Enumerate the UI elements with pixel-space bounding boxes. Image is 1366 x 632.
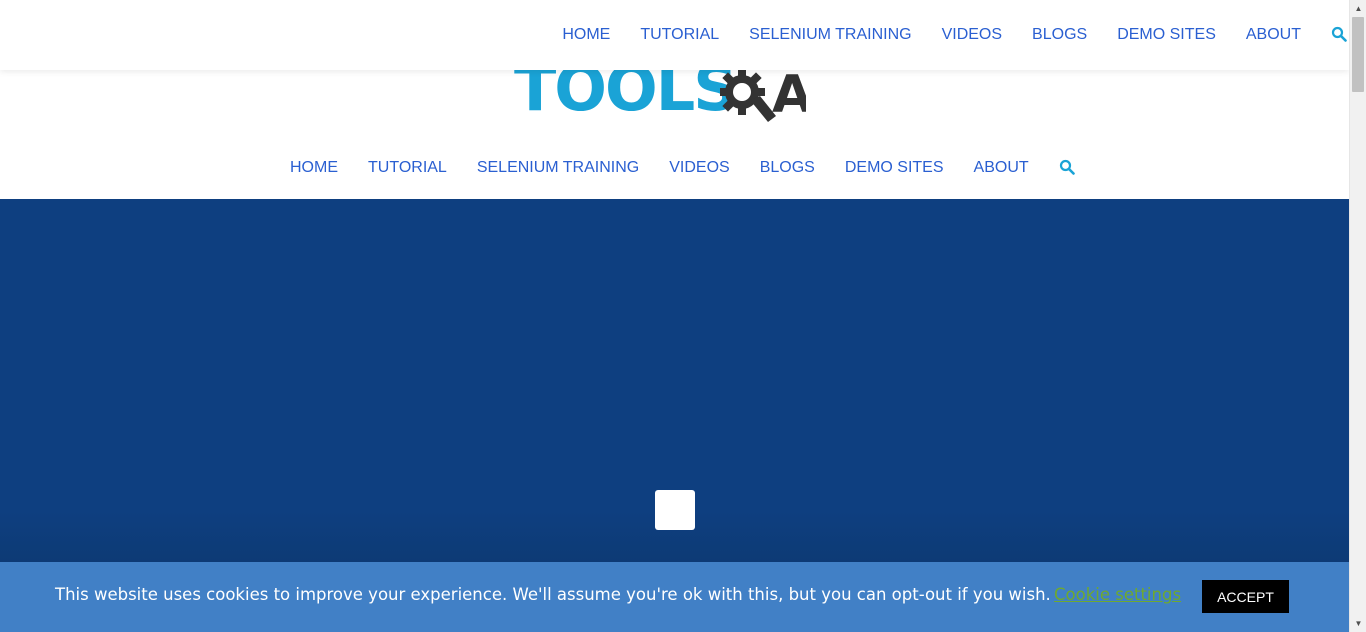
gear-icon: A <box>720 66 806 125</box>
nav-selenium-training[interactable]: SELENIUM TRAINING <box>477 159 639 177</box>
sticky-header: HOME TUTORIAL SELENIUM TRAINING VIDEOS B… <box>0 0 1349 70</box>
nav-demo-sites[interactable]: DEMO SITES <box>845 159 944 177</box>
cookie-consent-bar: This website uses cookies to improve you… <box>0 562 1349 632</box>
sticky-nav-blogs[interactable]: BLOGS <box>1032 26 1087 44</box>
sticky-nav-demo-sites[interactable]: DEMO SITES <box>1117 26 1216 44</box>
nav-home[interactable]: HOME <box>290 159 338 177</box>
sticky-nav-about[interactable]: ABOUT <box>1246 26 1301 44</box>
accept-button[interactable]: ACCEPT <box>1202 580 1289 613</box>
sticky-nav-tutorial[interactable]: TUTORIAL <box>640 26 719 44</box>
nav-blogs[interactable]: BLOGS <box>760 159 815 177</box>
nav-tutorial[interactable]: TUTORIAL <box>368 159 447 177</box>
slider-control[interactable] <box>655 490 695 530</box>
sticky-nav: HOME TUTORIAL SELENIUM TRAINING VIDEOS B… <box>562 0 1349 70</box>
sticky-nav-selenium-training[interactable]: SELENIUM TRAINING <box>749 26 911 44</box>
cookie-settings-link[interactable]: Cookie settings <box>1054 585 1181 604</box>
page-viewport: TOOLS A HOME TUTORIAL SELENIUM TRAINING … <box>0 0 1349 632</box>
vertical-scrollbar[interactable]: ▲ ▼ <box>1349 0 1366 632</box>
main-nav: HOME TUTORIAL SELENIUM TRAINING VIDEOS B… <box>290 148 1077 188</box>
scroll-up-arrow-icon[interactable]: ▲ <box>1350 0 1366 17</box>
scroll-thumb[interactable] <box>1352 17 1364 92</box>
sticky-nav-home[interactable]: HOME <box>562 26 610 44</box>
cookie-message: This website uses cookies to improve you… <box>55 585 1051 604</box>
nav-videos[interactable]: VIDEOS <box>669 159 729 177</box>
logo-suffix: A <box>772 66 806 125</box>
search-icon[interactable] <box>1331 26 1349 44</box>
nav-about[interactable]: ABOUT <box>974 159 1029 177</box>
search-icon[interactable] <box>1059 159 1077 177</box>
scroll-down-arrow-icon[interactable]: ▼ <box>1350 615 1366 632</box>
sticky-nav-videos[interactable]: VIDEOS <box>942 26 1002 44</box>
